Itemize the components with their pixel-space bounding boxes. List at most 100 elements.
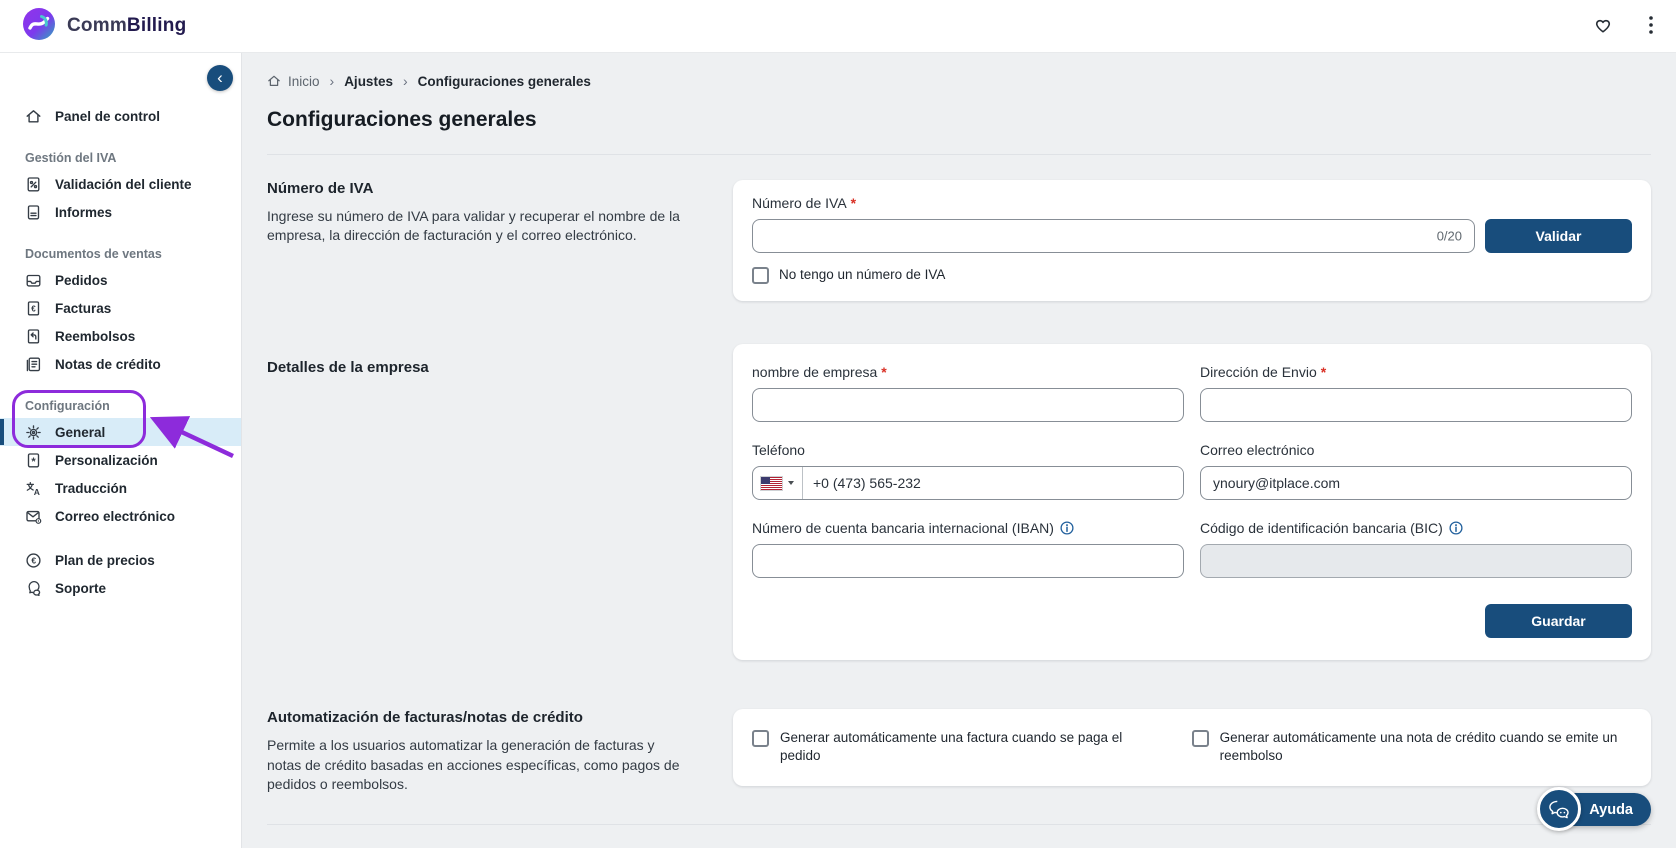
- country-selector[interactable]: [753, 467, 803, 500]
- company-name-input[interactable]: [752, 388, 1184, 423]
- help-button[interactable]: Ayuda: [1537, 787, 1651, 831]
- home-icon: [26, 109, 41, 122]
- vat-section-heading: Número de IVA: [267, 180, 374, 197]
- translate-icon: A: [26, 481, 40, 496]
- info-icon[interactable]: [1449, 521, 1463, 535]
- divider: [267, 154, 1651, 155]
- sidebar-item-personalizacion[interactable]: * Personalización: [0, 446, 241, 474]
- euro-circle-icon: €: [26, 552, 41, 568]
- info-icon[interactable]: [1060, 521, 1074, 535]
- breadcrumb-ajustes[interactable]: Ajustes: [344, 74, 393, 89]
- bic-input: [1200, 544, 1632, 579]
- section-vat: Número de IVA Ingrese su número de IVA p…: [267, 180, 1651, 302]
- sidebar-item-facturas[interactable]: € Facturas: [0, 294, 241, 322]
- bic-label: Código de identificación bancaria (BIC): [1200, 520, 1443, 537]
- auto-credit-note-checkbox-label: Generar automáticamente una nota de créd…: [1219, 730, 1618, 764]
- svg-text:*: *: [31, 456, 36, 468]
- iban-label: Número de cuenta bancaria internacional …: [752, 520, 1054, 537]
- shipping-address-label: Dirección de Envio: [1200, 364, 1317, 381]
- automation-section-heading: Automatización de facturas/notas de créd…: [267, 709, 583, 727]
- refund-icon: [27, 328, 40, 343]
- sidebar-item-notas-de-credito[interactable]: Notas de crédito: [0, 350, 241, 378]
- breadcrumb-separator: ›: [402, 73, 408, 89]
- phone-label: Teléfono: [752, 442, 805, 459]
- more-options-button[interactable]: [1647, 14, 1655, 39]
- company-section-heading: Detalles de la empresa: [267, 359, 429, 377]
- vat-char-counter: 0/20: [1436, 228, 1462, 244]
- sidebar-item-label: Pedidos: [55, 272, 108, 288]
- sidebar-item-validacion-del-cliente[interactable]: Validación del cliente: [0, 170, 241, 198]
- top-header: CommBilling: [0, 0, 1676, 53]
- sidebar-group-gestion-iva: Gestión del IVA: [25, 151, 117, 165]
- sidebar-item-general[interactable]: General: [0, 418, 241, 446]
- us-flag-icon: [761, 476, 782, 490]
- section-automation: Automatización de facturas/notas de créd…: [267, 709, 1651, 794]
- sidebar-item-plan-de-precios[interactable]: € Plan de precios: [0, 546, 241, 574]
- vat-section-description: Ingrese su número de IVA para validar y …: [267, 208, 680, 244]
- company-name-label: nombre de empresa: [752, 364, 878, 381]
- sidebar-group-configuracion: Configuración: [25, 399, 110, 413]
- svg-text:€: €: [31, 555, 36, 565]
- sidebar-item-pedidos[interactable]: Pedidos: [0, 266, 241, 294]
- company-card: nombre de empresa * Dirección de Envio *…: [733, 344, 1651, 661]
- no-vat-checkbox[interactable]: [752, 266, 769, 284]
- sidebar-collapse-button[interactable]: ‹: [207, 65, 233, 91]
- sidebar-item-label: Validación del cliente: [55, 176, 192, 192]
- auto-credit-note-checkbox[interactable]: [1191, 730, 1209, 748]
- kebab-menu-icon: [1649, 15, 1653, 37]
- invoice-euro-icon: €: [27, 300, 40, 315]
- phone-input[interactable]: [803, 467, 1183, 500]
- email-input[interactable]: [1200, 466, 1632, 501]
- required-mark: *: [881, 364, 887, 381]
- sidebar-item-panel-de-control[interactable]: Panel de control: [0, 102, 241, 130]
- chevron-down-icon: [788, 481, 794, 486]
- shipping-address-input[interactable]: [1200, 388, 1632, 423]
- divider: [267, 824, 1651, 826]
- iban-input[interactable]: [752, 544, 1184, 579]
- brand-name: CommBilling: [67, 15, 187, 36]
- inbox-icon: [26, 274, 41, 287]
- sidebar-item-correo-electronico[interactable]: Correo electrónico: [0, 502, 241, 530]
- auto-invoice-checkbox[interactable]: [752, 730, 769, 748]
- sidebar: ‹ Panel de control Gestión del IVA Valid…: [0, 53, 242, 848]
- favorites-button[interactable]: [1591, 13, 1615, 40]
- no-vat-checkbox-label: No tengo un número de IVA: [779, 267, 946, 282]
- sidebar-item-label: General: [55, 424, 106, 440]
- sidebar-item-label: Panel de control: [55, 108, 161, 124]
- save-button[interactable]: Guardar: [1485, 604, 1632, 639]
- sidebar-item-informes[interactable]: Informes: [0, 198, 241, 226]
- document-percent-icon: [27, 176, 40, 191]
- brand-logo-icon: [21, 6, 57, 47]
- sidebar-item-label: Informes: [55, 204, 113, 220]
- auto-invoice-checkbox-label: Generar automáticamente una factura cuan…: [780, 730, 1123, 764]
- brand[interactable]: CommBilling: [21, 6, 186, 47]
- chat-bubbles-icon: [1537, 787, 1582, 831]
- sidebar-item-traduccion[interactable]: A Traducción: [0, 474, 241, 502]
- vat-field-label: Número de IVA: [752, 195, 847, 211]
- sidebar-item-label: Traducción: [55, 480, 128, 496]
- support-chat-icon: [28, 580, 41, 596]
- sidebar-item-reembolsos[interactable]: Reembolsos: [0, 322, 241, 350]
- page-title: Configuraciones generales: [267, 108, 537, 131]
- sidebar-item-label: Personalización: [55, 452, 158, 468]
- validate-button[interactable]: Validar: [1485, 219, 1632, 253]
- vat-number-input[interactable]: [752, 219, 1475, 253]
- svg-text:A: A: [34, 486, 40, 496]
- breadcrumb-inicio[interactable]: Inicio: [267, 74, 320, 89]
- section-company: Detalles de la empresa nombre de empresa…: [267, 344, 1651, 661]
- sidebar-item-label: Soporte: [55, 580, 107, 596]
- sidebar-item-soporte[interactable]: Soporte: [0, 574, 241, 602]
- breadcrumb: Inicio › Ajustes › Configuraciones gener…: [267, 53, 1651, 89]
- vat-card: Número de IVA * 0/20 Validar No tengo un…: [733, 180, 1651, 302]
- help-button-label: Ayuda: [1589, 801, 1633, 818]
- automation-card: Generar automáticamente una factura cuan…: [733, 709, 1651, 786]
- sidebar-item-label: Correo electrónico: [55, 508, 176, 524]
- gear-icon: [26, 424, 41, 440]
- heart-icon: [1593, 15, 1613, 38]
- sidebar-item-label: Plan de precios: [55, 552, 155, 568]
- mail-gear-icon: [26, 510, 42, 524]
- sidebar-item-label: Facturas: [55, 300, 112, 316]
- email-label: Correo electrónico: [1200, 442, 1315, 459]
- sidebar-item-label: Reembolsos: [55, 328, 136, 344]
- chevron-left-icon: ‹: [217, 67, 223, 87]
